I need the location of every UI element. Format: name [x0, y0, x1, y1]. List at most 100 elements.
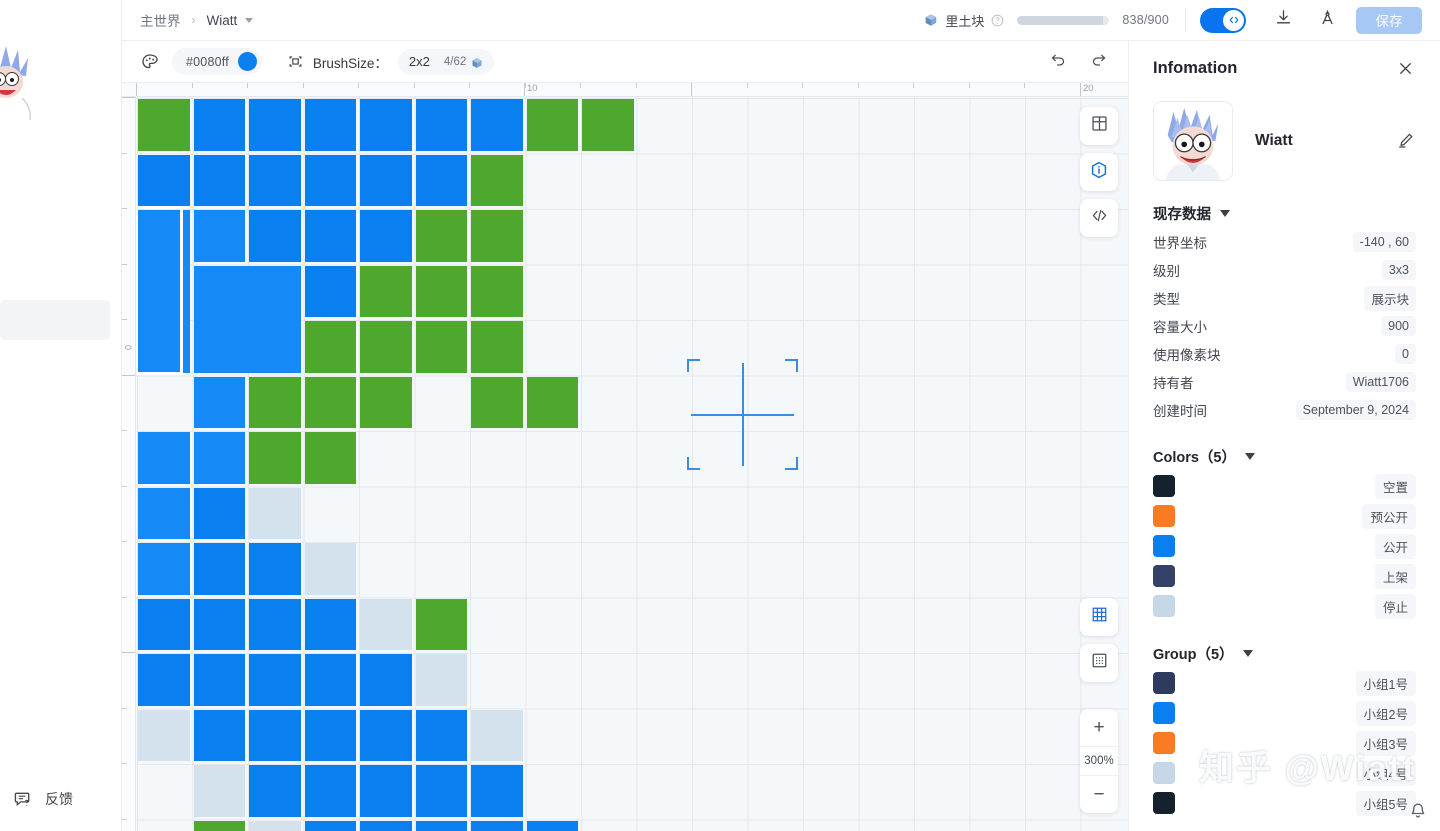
color-list-item[interactable]: 停止	[1153, 591, 1416, 621]
pixel-block[interactable]	[415, 598, 467, 650]
palette-icon[interactable]	[140, 52, 160, 72]
pixel-block[interactable]	[138, 432, 190, 484]
pixel-block[interactable]	[526, 99, 578, 151]
color-swatch[interactable]	[1153, 702, 1175, 724]
color-list-item[interactable]: 预公开	[1153, 501, 1416, 531]
pixel-block[interactable]	[360, 820, 412, 831]
pixel-block[interactable]	[304, 598, 356, 650]
pixel-block[interactable]	[304, 154, 356, 206]
pixel-block[interactable]	[360, 321, 412, 373]
pixel-block[interactable]	[360, 765, 412, 817]
pixel-block[interactable]	[138, 543, 190, 595]
download-button[interactable]	[1268, 5, 1298, 35]
group-list-item[interactable]: 小组3号	[1153, 728, 1416, 758]
pixel-block[interactable]	[193, 265, 301, 373]
pixel-block[interactable]	[193, 376, 245, 428]
bell-icon[interactable]	[1408, 801, 1430, 823]
pixel-block[interactable]	[193, 487, 245, 539]
pixel-block[interactable]	[360, 598, 412, 650]
code-toggle[interactable]	[1200, 7, 1246, 33]
pixel-block[interactable]	[249, 709, 301, 761]
pixel-block[interactable]	[415, 820, 467, 831]
zoom-level-label[interactable]: 300%	[1080, 746, 1118, 776]
pixel-block[interactable]	[471, 376, 523, 428]
pixel-block[interactable]	[249, 765, 301, 817]
pixel-canvas[interactable]: 0 10 20 + 300% −	[122, 83, 1128, 831]
pixel-block[interactable]	[415, 654, 467, 706]
color-swatch[interactable]	[1153, 792, 1175, 814]
pixel-block[interactable]	[249, 210, 301, 262]
pixel-block[interactable]	[193, 709, 245, 761]
pixel-block[interactable]	[415, 709, 467, 761]
pixel-block[interactable]	[526, 376, 578, 428]
group-list-item[interactable]: 小组1号	[1153, 668, 1416, 698]
pixel-block[interactable]	[138, 210, 190, 373]
breadcrumb-root[interactable]: 主世界	[140, 10, 181, 30]
pixel-block[interactable]	[249, 99, 301, 151]
color-swatch[interactable]	[1153, 672, 1175, 694]
zoom-in-button[interactable]: +	[1080, 709, 1118, 746]
color-list-item[interactable]: 公开	[1153, 531, 1416, 561]
pixel-block[interactable]	[249, 376, 301, 428]
pixel-block[interactable]	[193, 654, 245, 706]
pixel-block[interactable]	[471, 709, 523, 761]
redo-button[interactable]	[1084, 48, 1112, 76]
pixel-block[interactable]	[360, 210, 412, 262]
pixel-block[interactable]	[471, 765, 523, 817]
code-view-button[interactable]	[1080, 199, 1118, 237]
pixel-block[interactable]	[249, 487, 301, 539]
group-list-item[interactable]: 小组2号	[1153, 698, 1416, 728]
grid-toggle-button[interactable]	[1080, 598, 1118, 636]
pixel-block[interactable]	[360, 99, 412, 151]
data-section-header[interactable]: 现存数据	[1153, 203, 1416, 224]
pixel-block[interactable]	[138, 154, 190, 206]
pixel-block[interactable]	[471, 154, 523, 206]
pixel-block[interactable]	[471, 265, 523, 317]
pixel-block[interactable]	[471, 820, 523, 831]
pixel-block[interactable]	[193, 154, 245, 206]
avatar[interactable]	[1153, 101, 1233, 181]
zoom-out-button[interactable]: −	[1080, 776, 1118, 813]
pixel-block[interactable]	[360, 709, 412, 761]
pixel-block[interactable]	[582, 99, 634, 151]
pixel-block[interactable]	[304, 543, 356, 595]
pixel-block[interactable]	[304, 765, 356, 817]
undo-button[interactable]	[1044, 48, 1072, 76]
pixel-block[interactable]	[138, 654, 190, 706]
pixel-block[interactable]	[193, 210, 245, 262]
pixel-block[interactable]	[193, 598, 245, 650]
pixel-block[interactable]	[471, 321, 523, 373]
group-list-item[interactable]: 小组4号	[1153, 758, 1416, 788]
pixel-block[interactable]	[360, 376, 412, 428]
pixel-block[interactable]	[249, 543, 301, 595]
pixel-block[interactable]	[415, 210, 467, 262]
pixel-block[interactable]	[138, 99, 190, 151]
colors-section-header[interactable]: Colors（5）	[1153, 446, 1416, 467]
pixel-block[interactable]	[138, 487, 190, 539]
color-swatch[interactable]	[1153, 475, 1175, 497]
pixel-block[interactable]	[249, 154, 301, 206]
color-swatch[interactable]	[237, 52, 257, 71]
pixel-block[interactable]	[138, 709, 190, 761]
color-swatch[interactable]	[1153, 762, 1175, 784]
color-list-item[interactable]: 上架	[1153, 561, 1416, 591]
pixel-block[interactable]	[193, 432, 245, 484]
pixel-block[interactable]	[193, 99, 245, 151]
pixel-block[interactable]	[304, 709, 356, 761]
pixel-block[interactable]	[415, 99, 467, 151]
group-section-header[interactable]: Group（5）	[1153, 643, 1416, 664]
pixel-block[interactable]	[415, 265, 467, 317]
color-list-item[interactable]: 空置	[1153, 471, 1416, 501]
pixel-block[interactable]	[526, 820, 578, 831]
pixel-block[interactable]	[304, 99, 356, 151]
pixel-block[interactable]	[249, 654, 301, 706]
pixel-block[interactable]	[471, 210, 523, 262]
pixel-block[interactable]	[415, 154, 467, 206]
pixel-block[interactable]	[471, 99, 523, 151]
pixel-block[interactable]	[249, 820, 301, 831]
grid-area[interactable]	[136, 97, 1128, 831]
table-grid-button[interactable]	[1080, 107, 1118, 145]
info-button[interactable]	[1080, 153, 1118, 191]
pixel-block[interactable]	[249, 432, 301, 484]
color-value-chip[interactable]: #0080ff	[172, 48, 262, 75]
